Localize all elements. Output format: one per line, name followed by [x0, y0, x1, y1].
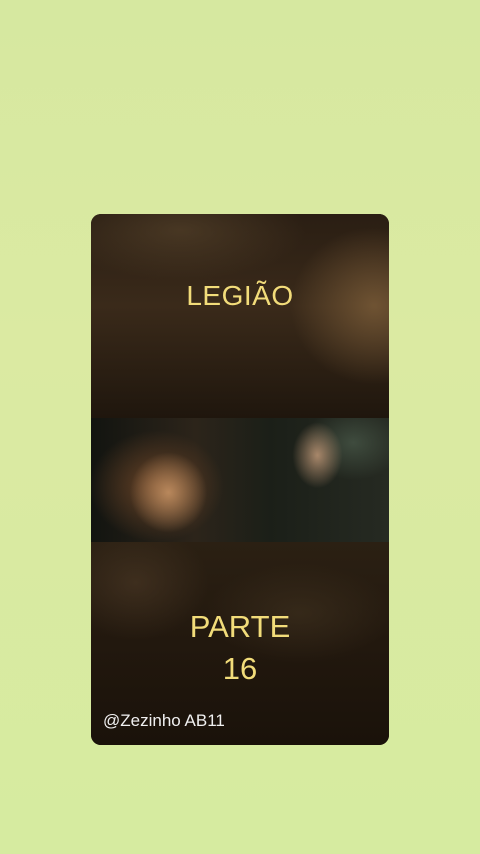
video-title: LEGIÃO — [186, 280, 294, 311]
part-number: 16 — [222, 651, 258, 686]
movie-scene-image — [91, 418, 389, 542]
part-indicator: PARTE 16 — [91, 606, 389, 690]
top-blurred-band — [91, 214, 389, 418]
author-handle: @Zezinho AB11 — [103, 711, 225, 730]
video-thumbnail-card[interactable]: LEGIÃO PARTE 16 @Zezinho AB11 — [91, 214, 389, 745]
part-label: PARTE — [189, 609, 291, 644]
